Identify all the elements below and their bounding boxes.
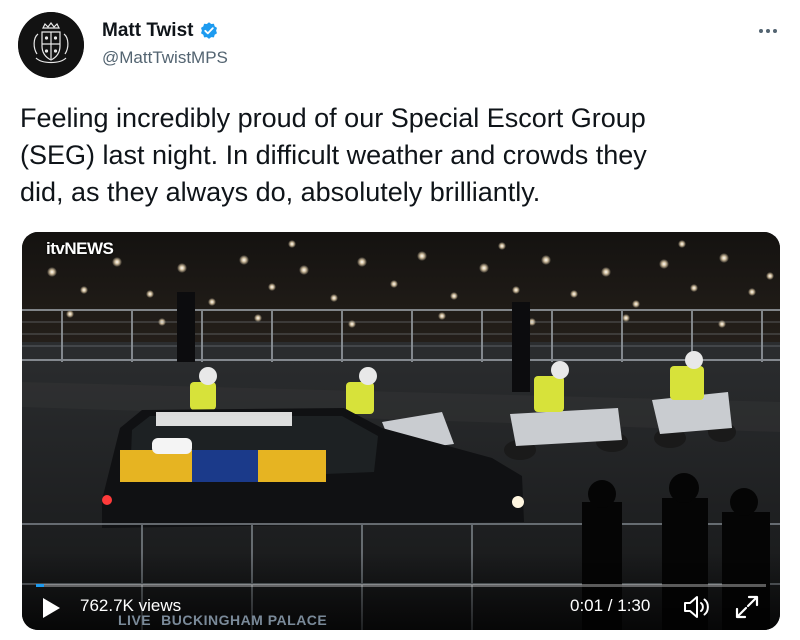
author-handle[interactable]: @MattTwistMPS [102, 48, 228, 68]
verified-badge-icon [201, 22, 218, 39]
tweet-text-line: (SEG) last night. In difficult weather a… [20, 140, 647, 170]
crest-icon [18, 12, 84, 78]
avatar[interactable] [18, 12, 84, 78]
video-controls: 762.7K views 0:01 / 1:30 [22, 584, 780, 630]
view-count: 762.7K views [80, 596, 182, 615]
video-frame [22, 232, 780, 630]
broadcaster-logo: itvNEWS [46, 239, 114, 258]
tweet-text: Feeling incredibly proud of our Special … [20, 100, 780, 211]
play-icon[interactable] [40, 596, 62, 620]
author-display-name[interactable]: Matt Twist [102, 20, 193, 42]
volume-icon[interactable] [682, 594, 712, 620]
progress-bar[interactable] [36, 584, 766, 587]
video-player[interactable]: itvNEWS LIVE BUCKINGHAM PALACE 762.7K vi… [22, 232, 780, 630]
fullscreen-icon[interactable] [734, 594, 760, 620]
author-name-row: Matt Twist [102, 18, 219, 44]
tweet-text-line: Feeling incredibly proud of our Special … [20, 103, 646, 133]
progress-fill [36, 584, 45, 587]
playback-time: 0:01 / 1:30 [570, 596, 651, 615]
more-options-icon[interactable] [753, 22, 783, 40]
tweet-text-line: did, as they always do, absolutely brill… [20, 177, 541, 207]
